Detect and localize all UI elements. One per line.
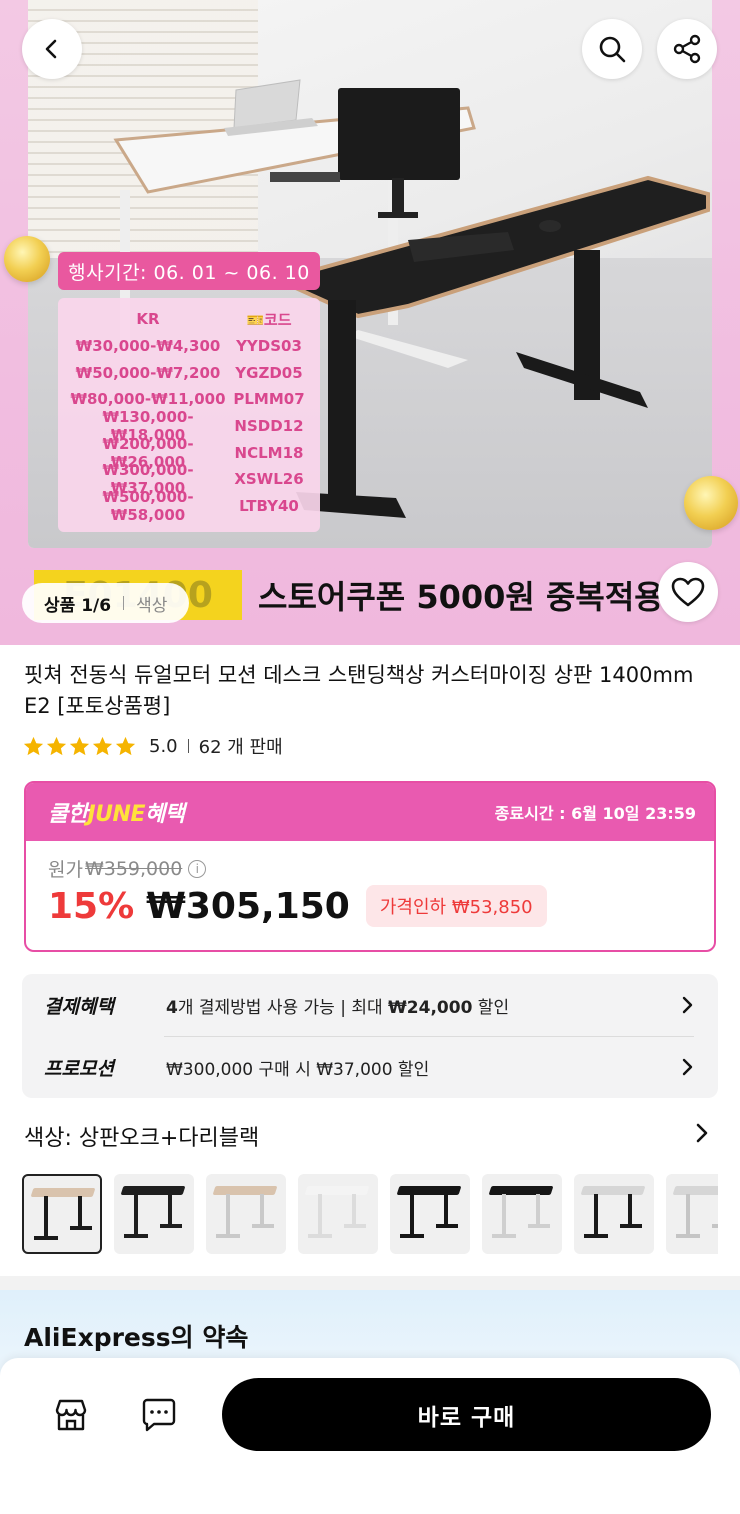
chevron-right-icon — [682, 996, 693, 1014]
color-swatch[interactable] — [298, 1174, 378, 1254]
event-period-tag: 행사기간: 06. 01 ~ 06. 10 — [58, 252, 320, 290]
coin-decoration — [4, 236, 50, 282]
ticket-icon: 🎫 — [246, 312, 264, 329]
color-swatch[interactable] — [666, 1174, 718, 1254]
star-icon — [69, 736, 90, 755]
chevron-right-icon[interactable] — [694, 1122, 710, 1144]
coupon-row: ₩500,000-₩58,000 LTBY40 — [102, 488, 299, 525]
chat-icon — [142, 1398, 176, 1432]
original-price: ₩359,000 — [84, 857, 183, 880]
star-icon — [92, 736, 113, 755]
chevron-right-icon — [682, 1058, 693, 1076]
discount-percent: 15% — [48, 885, 135, 927]
back-button[interactable] — [22, 19, 82, 79]
store-coupon-banner: 스토어쿠폰 5000원 중복적용 — [258, 578, 664, 616]
price-cut-badge: 가격인하 ₩53,850 — [365, 885, 547, 927]
coin-decoration — [684, 476, 738, 530]
star-icon — [46, 736, 67, 755]
original-price-row: 원가 ₩359,000 i — [48, 855, 207, 882]
info-icon[interactable]: i — [188, 859, 207, 878]
star-icon — [115, 736, 136, 755]
payment-benefit-text: 4개 결제방법 사용 가능 | 최대 ₩24,000 할인 — [166, 997, 510, 1018]
image-pager-pill: 상품 1/6 색상 — [22, 583, 190, 623]
bottom-action-bar: 바로 구매 — [0, 1358, 740, 1514]
price-row: 15% ₩305,150 가격인하 ₩53,850 — [48, 885, 547, 927]
original-price-label: 원가 — [48, 859, 83, 881]
heart-icon — [671, 577, 705, 607]
buy-now-button[interactable]: 바로 구매 — [222, 1378, 711, 1451]
color-swatch-list — [22, 1174, 718, 1256]
color-swatch[interactable] — [574, 1174, 654, 1254]
promise-title: AliExpress의 약속 — [24, 1323, 249, 1352]
sale-price: ₩305,150 — [146, 885, 350, 927]
coupon-header-range: KR — [136, 310, 160, 329]
color-swatch[interactable] — [206, 1174, 286, 1254]
search-icon — [599, 36, 626, 63]
payment-benefit-label: 결제혜택 — [44, 995, 114, 1018]
pager-option: 색상 — [136, 595, 168, 616]
search-button[interactable] — [582, 19, 642, 79]
color-swatch[interactable] — [114, 1174, 194, 1254]
deal-end-time: 종료시간 : 6월 10일 23:59 — [494, 804, 696, 823]
chat-button[interactable] — [138, 1394, 180, 1436]
color-swatch[interactable] — [390, 1174, 470, 1254]
star-icon — [23, 736, 44, 755]
rating-value: 5.0 — [149, 735, 178, 757]
payment-benefit-row[interactable]: 결제혜택 4개 결제방법 사용 가능 | 최대 ₩24,000 할인 — [22, 974, 718, 1036]
section-separator — [0, 1276, 740, 1290]
june-deal-header: 쿨한JUNE혜택 종료시간 : 6월 10일 23:59 — [26, 783, 714, 841]
promotion-row[interactable]: 프로모션 ₩300,000 구매 시 ₩37,000 할인 — [22, 1036, 718, 1098]
pager-count: 상품 1/6 — [44, 595, 112, 616]
wishlist-button[interactable] — [658, 562, 718, 622]
june-deal-box: 쿨한JUNE혜택 종료시간 : 6월 10일 23:59 원가 ₩359,000… — [24, 781, 716, 952]
product-title: 핏쳐 전동식 듀얼모터 모션 데스크 스탠딩책상 커스터마이징 상판 1400m… — [24, 663, 694, 718]
share-icon — [673, 34, 701, 64]
back-icon — [45, 39, 57, 59]
product-image-carousel[interactable]: 행사기간: 06. 01 ~ 06. 10 KR 🎫코드 ₩30,000-₩4,… — [0, 0, 740, 645]
coupon-code-table: KR 🎫코드 ₩30,000-₩4,300 YYDS03 ₩50,000-₩7,2… — [58, 298, 320, 532]
store-button[interactable] — [50, 1394, 92, 1436]
benefits-box: 결제혜택 4개 결제방법 사용 가능 | 최대 ₩24,000 할인 프로모션 … — [22, 974, 718, 1098]
rating-divider — [187, 739, 189, 753]
color-option-title[interactable]: 색상: 상판오크+다리블랙 — [24, 1120, 259, 1152]
color-swatch[interactable] — [482, 1174, 562, 1254]
coupon-header-code: 🎫코드 — [246, 310, 292, 329]
share-button[interactable] — [657, 19, 717, 79]
rating-row[interactable]: 5.0 62 개 판매 — [22, 733, 283, 759]
coupon-row: ₩50,000-₩7,200 YGZD05 — [75, 363, 303, 382]
store-icon — [55, 1399, 87, 1431]
sold-count: 62 개 판매 — [198, 737, 283, 758]
pager-divider — [123, 596, 125, 610]
promotion-label: 프로모션 — [44, 1057, 114, 1080]
promotion-text: ₩300,000 구매 시 ₩37,000 할인 — [166, 1059, 430, 1080]
color-swatch[interactable] — [22, 1174, 102, 1254]
coupon-row: ₩30,000-₩4,300 YYDS03 — [75, 337, 302, 356]
star-rating — [22, 735, 137, 758]
coupon-table-header: KR 🎫코드 — [68, 306, 310, 333]
june-deal-logo: 쿨한JUNE혜택 — [48, 802, 185, 827]
